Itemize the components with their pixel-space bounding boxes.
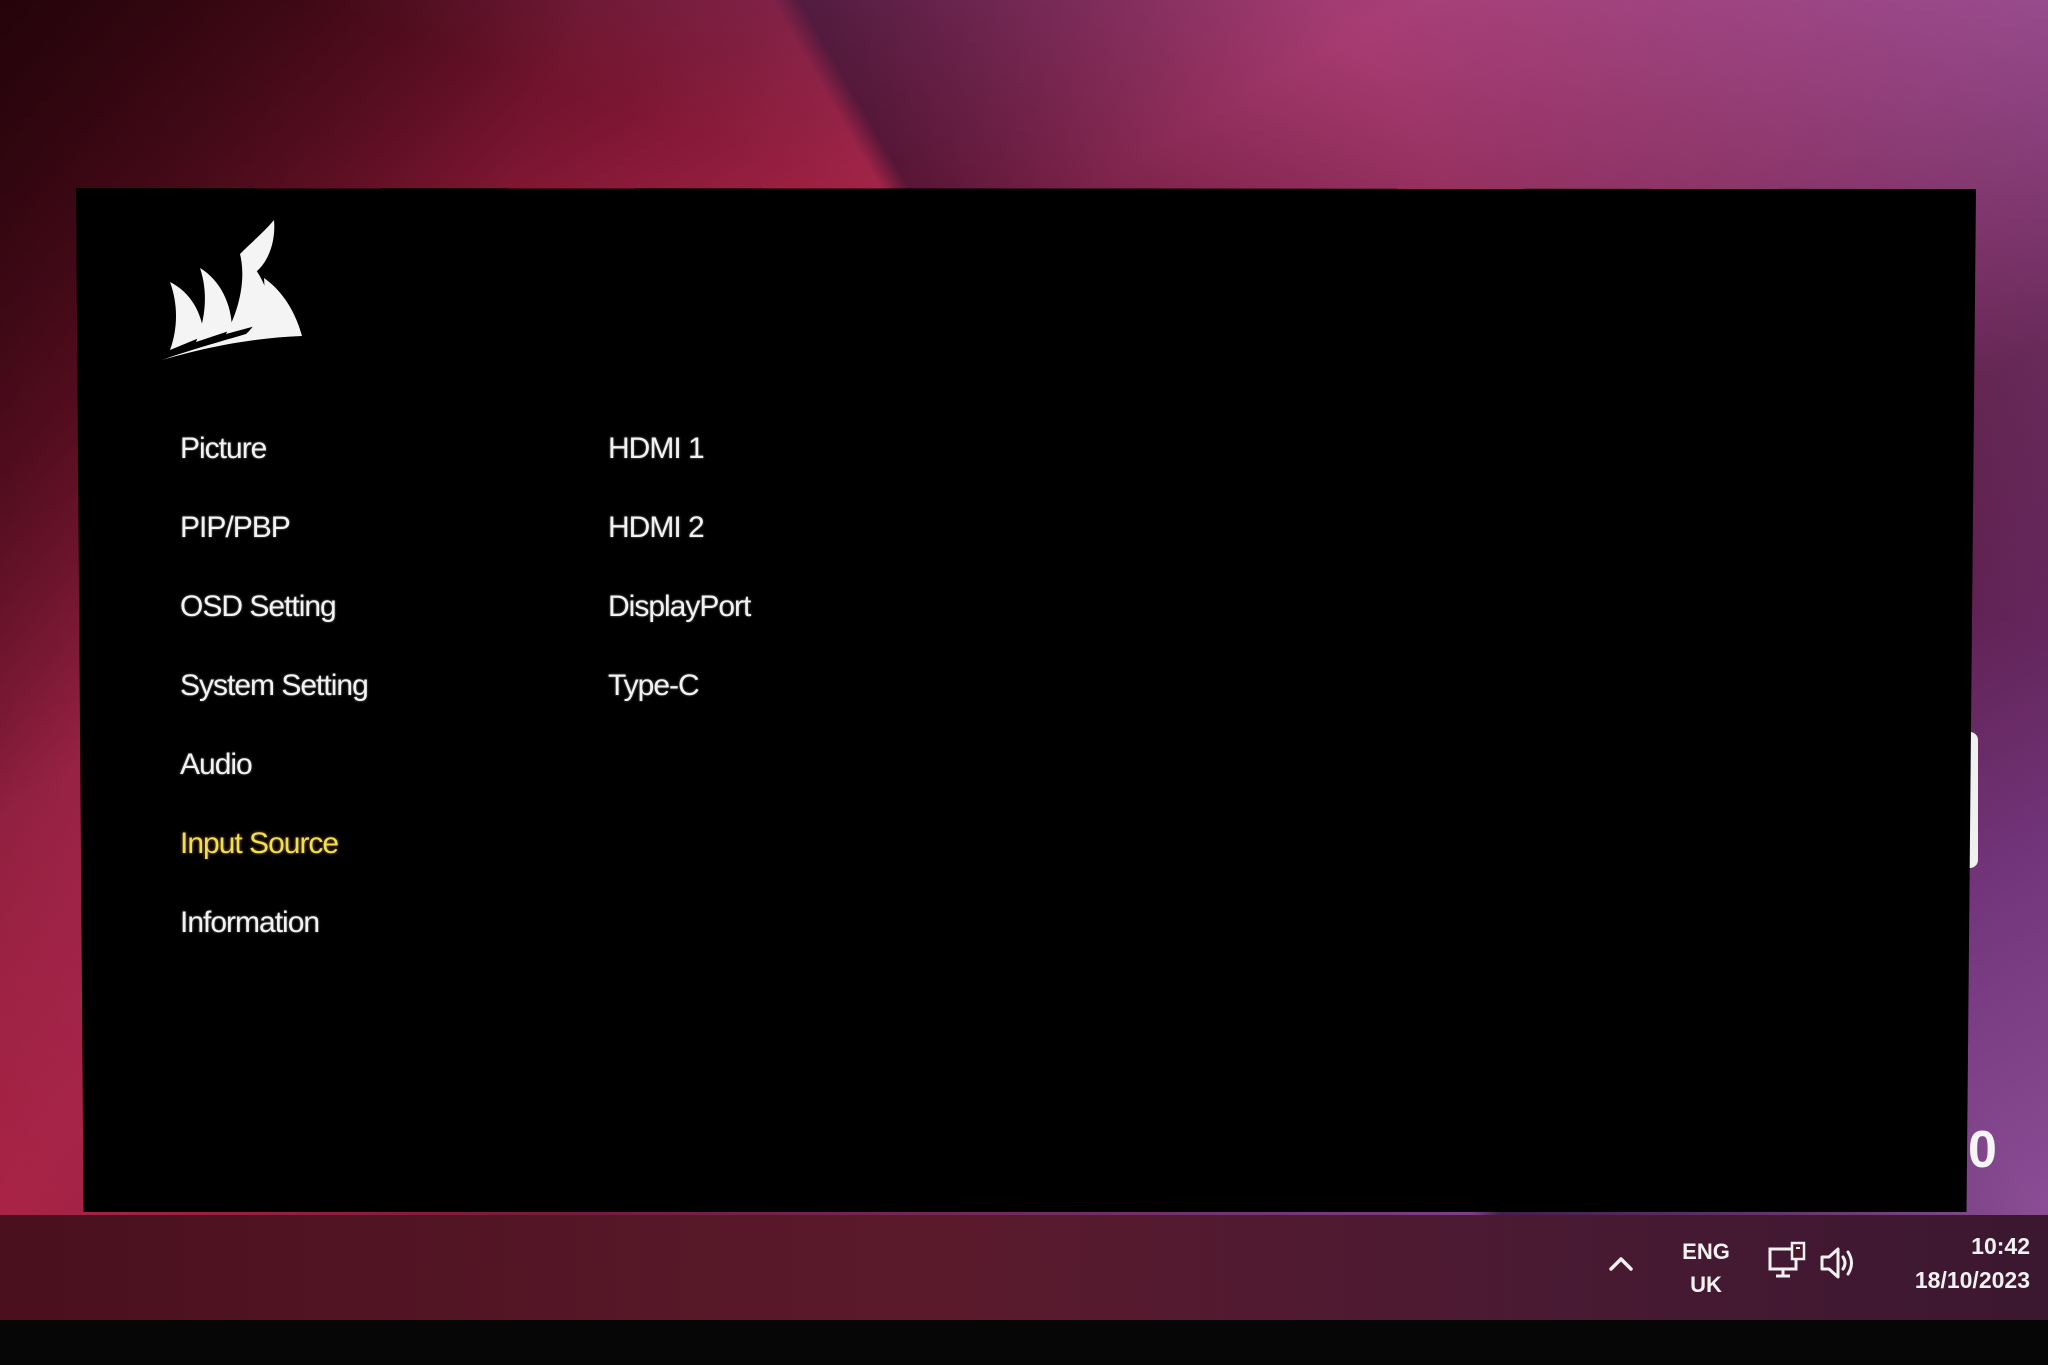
corsair-logo-icon: [162, 220, 302, 360]
menu-item-audio[interactable]: Audio: [180, 748, 368, 827]
osd-menu-panel: Picture PIP/PBP OSD Setting System Setti…: [76, 188, 1976, 1212]
menu-item-input-source[interactable]: Input Source: [180, 827, 368, 906]
menu-item-system-setting[interactable]: System Setting: [180, 669, 369, 748]
desktop-wallpaper: 0 Picture PIP/PBP OSD Setting System Set…: [0, 0, 2048, 1365]
menu-item-information[interactable]: Information: [180, 906, 368, 985]
clock-time: 10:42: [1971, 1233, 2030, 1259]
clock[interactable]: 10:42 18/10/2023: [1880, 1229, 2030, 1297]
menu-item-picture[interactable]: Picture: [180, 432, 368, 511]
osd-input-source-submenu: HDMI 1 HDMI 2 DisplayPort Type-C: [608, 432, 751, 748]
menu-item-osd-setting[interactable]: OSD Setting: [180, 590, 368, 669]
language-indicator[interactable]: ENG UK: [1678, 1235, 1734, 1301]
submenu-item-displayport[interactable]: DisplayPort: [608, 590, 751, 669]
taskbar: ENG UK 10:42 18/10/2023: [0, 1215, 2048, 1320]
submenu-item-hdmi-1[interactable]: HDMI 1: [608, 432, 750, 511]
submenu-item-type-c[interactable]: Type-C: [608, 669, 750, 748]
clock-date: 18/10/2023: [1914, 1267, 2030, 1293]
osd-main-menu: Picture PIP/PBP OSD Setting System Setti…: [180, 432, 369, 985]
submenu-item-hdmi-2[interactable]: HDMI 2: [608, 511, 750, 590]
partial-glyph: 0: [1968, 1121, 1997, 1179]
monitor-bezel: [0, 1320, 2048, 1365]
keyboard-layout: UK: [1690, 1272, 1722, 1297]
chevron-up-icon[interactable]: [1606, 1249, 1636, 1279]
language-code: ENG: [1682, 1239, 1730, 1264]
network-monitor-icon[interactable]: [1766, 1241, 1808, 1283]
menu-item-pip-pbp[interactable]: PIP/PBP: [180, 511, 368, 590]
speaker-volume-icon[interactable]: [1818, 1243, 1860, 1283]
